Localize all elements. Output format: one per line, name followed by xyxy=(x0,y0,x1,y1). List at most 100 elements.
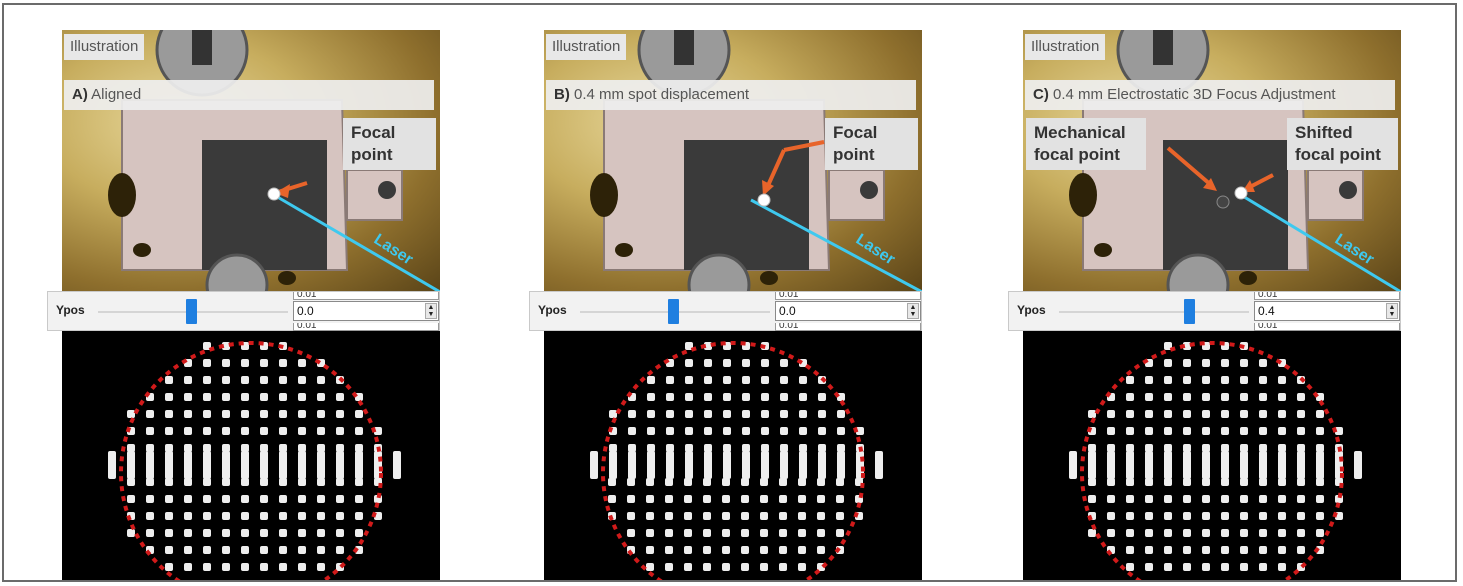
spot xyxy=(646,563,654,571)
spot xyxy=(742,451,750,479)
spot xyxy=(741,529,749,537)
spot xyxy=(355,495,363,503)
panel-a: Illustration A) Aligned Focal point Lase… xyxy=(47,30,440,580)
spot xyxy=(203,495,211,503)
ypos-spinbox[interactable]: 0.0 ▲ ▼ xyxy=(293,301,439,321)
spot xyxy=(1107,410,1115,418)
spot xyxy=(1259,359,1267,367)
spot xyxy=(780,451,788,479)
spot xyxy=(184,376,192,384)
spot xyxy=(355,529,363,537)
spot xyxy=(1278,478,1286,486)
spot xyxy=(1107,427,1115,435)
spot-pattern xyxy=(590,341,883,580)
spot xyxy=(222,410,230,418)
spot xyxy=(241,563,249,571)
spot xyxy=(1278,376,1286,384)
spot xyxy=(184,427,192,435)
spot xyxy=(684,512,692,520)
spot xyxy=(799,427,807,435)
panel-label-text: 0.4 mm spot displacement xyxy=(569,86,750,103)
spot xyxy=(609,444,617,452)
spot xyxy=(1202,444,1210,452)
slider-track[interactable] xyxy=(580,299,770,324)
spot xyxy=(1164,478,1172,486)
spot xyxy=(1183,495,1191,503)
ypos-slider-bar: 0.01 Ypos 0.4 ▲ ▼ 0.01 xyxy=(1008,291,1401,331)
spot xyxy=(742,393,750,401)
spot xyxy=(685,376,693,384)
spot xyxy=(665,512,673,520)
spot xyxy=(1183,563,1191,571)
spot xyxy=(704,444,712,452)
slider-thumb[interactable] xyxy=(668,299,679,324)
ypos-spinbox[interactable]: 0.0 ▲ ▼ xyxy=(775,301,921,321)
spin-arrows-icon[interactable]: ▲ ▼ xyxy=(1386,303,1398,319)
spot xyxy=(1259,451,1267,479)
ypos-spinbox[interactable]: 0.4 ▲ ▼ xyxy=(1254,301,1400,321)
ghost-spinbox-bottom: 0.01 xyxy=(1254,323,1400,331)
spot xyxy=(760,478,768,486)
spot xyxy=(1221,478,1229,486)
spot xyxy=(722,529,730,537)
illustration-tag: Illustration xyxy=(64,34,145,60)
spot xyxy=(355,478,363,486)
spot xyxy=(260,451,268,479)
spot xyxy=(1221,359,1229,367)
spot xyxy=(647,410,655,418)
spot xyxy=(1107,529,1115,537)
spot xyxy=(1202,427,1210,435)
slider-thumb[interactable] xyxy=(186,299,197,324)
mechanical-focal-point-callout: Mechanical focal point xyxy=(1026,118,1146,170)
spot xyxy=(1126,563,1134,571)
spin-arrows-icon[interactable]: ▲ ▼ xyxy=(425,303,437,319)
spot xyxy=(1240,444,1248,452)
spot xyxy=(1107,478,1115,486)
spot xyxy=(742,410,750,418)
spot xyxy=(742,427,750,435)
spot xyxy=(1164,495,1172,503)
spot xyxy=(184,563,192,571)
spot xyxy=(241,359,249,367)
spot xyxy=(1202,529,1210,537)
spot xyxy=(703,512,711,520)
spot xyxy=(742,359,750,367)
ypos-slider-bar: 0.01 Ypos 0.0 ▲ ▼ 0.01 xyxy=(529,291,922,331)
slider-thumb[interactable] xyxy=(1184,299,1195,324)
spot xyxy=(203,529,211,537)
spot xyxy=(1164,427,1172,435)
spot xyxy=(1126,393,1134,401)
slider-track[interactable] xyxy=(1059,299,1249,324)
panel-label-prefix: A) xyxy=(72,86,88,103)
spot xyxy=(336,512,344,520)
spinbox-value: 0.4 xyxy=(1258,304,1275,318)
spot xyxy=(1297,451,1305,479)
spot xyxy=(1202,563,1210,571)
panel-label-text: Aligned xyxy=(87,86,142,103)
spot xyxy=(704,376,712,384)
spot xyxy=(317,427,325,435)
spot xyxy=(1145,563,1153,571)
spot xyxy=(1316,451,1324,479)
slider-track[interactable] xyxy=(98,299,288,324)
spot xyxy=(1126,376,1134,384)
spot xyxy=(1145,376,1153,384)
spot xyxy=(1107,512,1115,520)
spot xyxy=(1316,444,1324,452)
spot xyxy=(608,495,616,503)
spot xyxy=(298,376,306,384)
spot xyxy=(1297,512,1305,520)
spot xyxy=(241,451,249,479)
spot xyxy=(1221,410,1229,418)
spot xyxy=(1126,546,1134,554)
spot xyxy=(1088,478,1096,486)
spot xyxy=(666,451,674,479)
panel-label: C) 0.4 mm Electrostatic 3D Focus Adjustm… xyxy=(1025,80,1395,110)
spot xyxy=(627,495,635,503)
spot xyxy=(279,451,287,479)
spot xyxy=(127,478,135,486)
spot xyxy=(1126,451,1134,479)
spin-arrows-icon[interactable]: ▲ ▼ xyxy=(907,303,919,319)
spot xyxy=(1202,451,1210,479)
spot xyxy=(836,512,844,520)
